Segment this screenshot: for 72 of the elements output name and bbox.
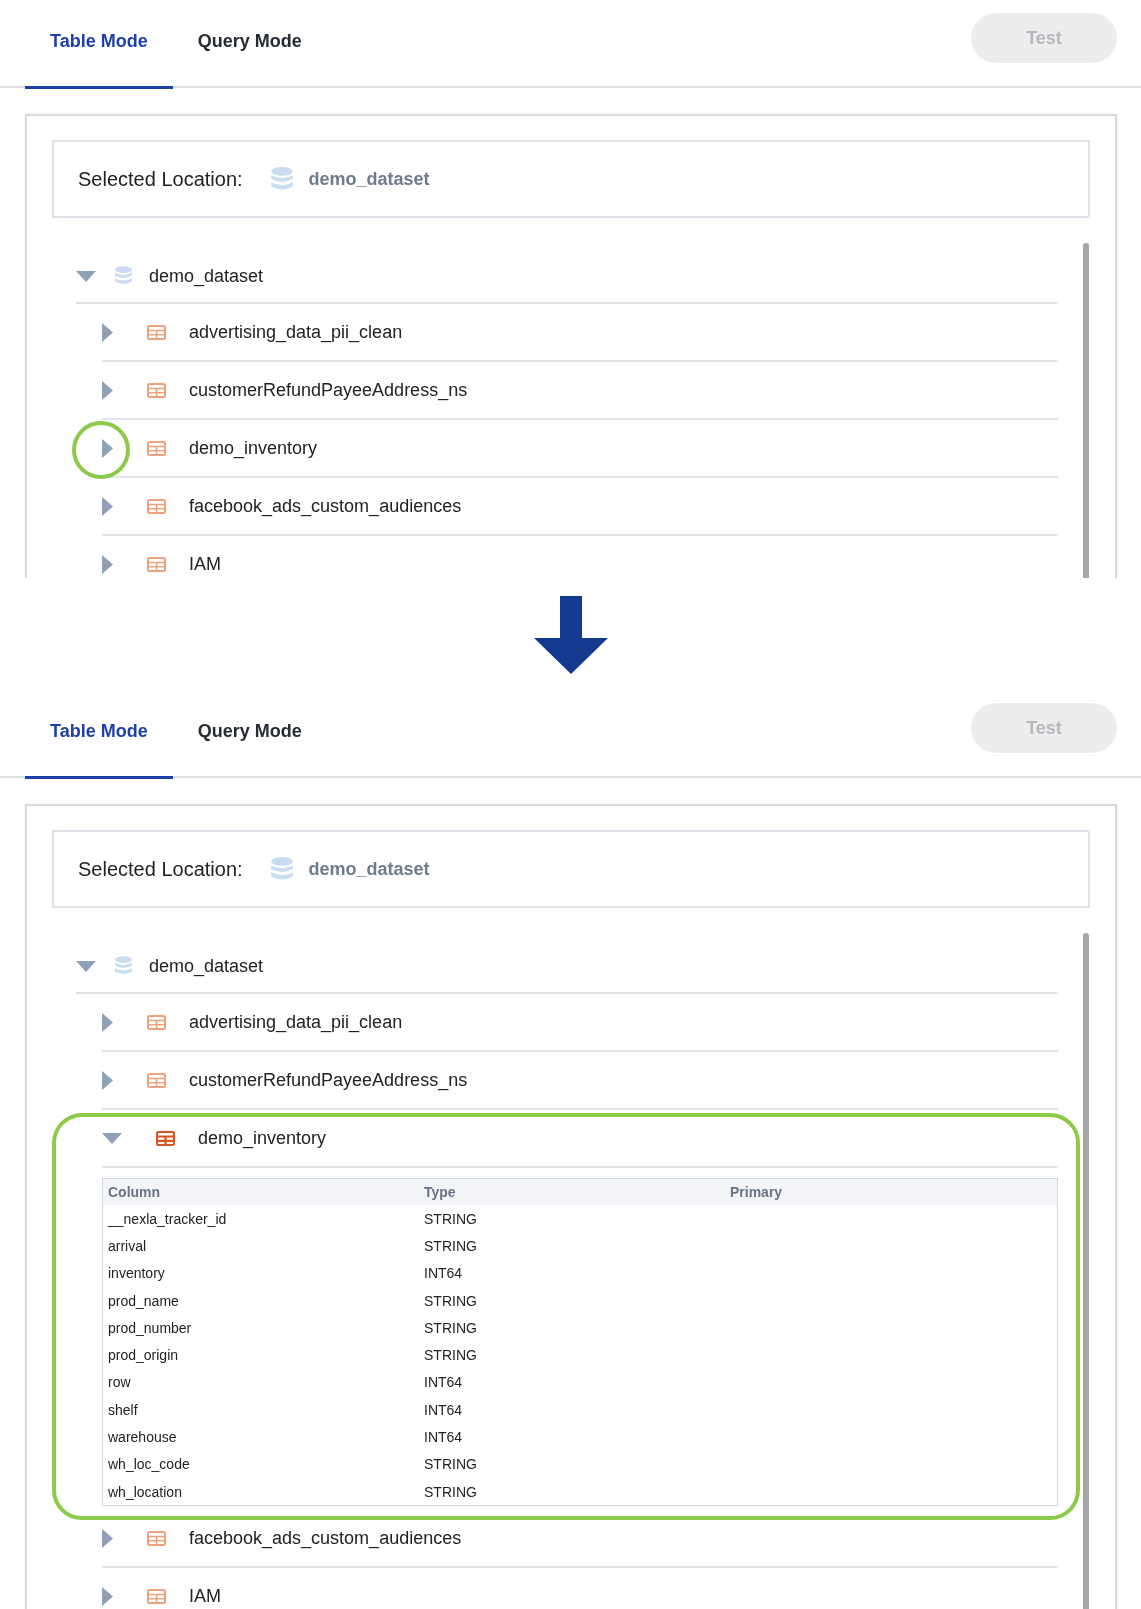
table-name[interactable]: IAM [189,553,221,575]
expand-caret-icon[interactable] [102,1528,113,1548]
expand-caret-icon[interactable] [102,1012,113,1032]
table-icon [147,1588,166,1604]
table-name[interactable]: demo_inventory [189,437,318,459]
table-icon [147,382,166,398]
table-name[interactable]: advertising_data_pii_clean [189,321,403,343]
database-icon [115,266,132,286]
table-cell-text: INT64 [423,1373,464,1393]
selected-location-value: demo_dataset [308,168,430,190]
expand-caret-icon[interactable] [102,1070,113,1090]
table-cell-text: STRING [423,1455,478,1475]
table-cell: shelf [102,1396,419,1424]
table-name[interactable]: facebook_ads_custom_audiences [189,495,462,517]
selected-location-label: Selected Location: [78,167,243,191]
collapse-caret-icon[interactable] [102,1132,122,1144]
dataset-name[interactable]: demo_dataset [149,265,264,287]
table-cell-text: INT64 [423,1400,464,1420]
table-cell: wh_location [102,1477,419,1506]
table-icon [147,324,166,340]
down-arrow-icon [533,596,608,674]
table-cell-text: STRING [423,1318,478,1338]
table-cell-text: INT64 [423,1428,464,1447]
expand-caret-icon[interactable] [102,1586,113,1606]
table-cell: row [102,1368,419,1397]
table-name[interactable]: demo_inventory [198,1127,327,1149]
database-icon [270,166,293,192]
expand-caret-icon[interactable] [102,438,113,458]
table-name[interactable]: customerRefundPayeeAddress_ns [189,1069,468,1091]
table-icon [147,1014,166,1030]
selected-location-value: demo_dataset [308,858,430,880]
mode-tab[interactable]: Query Mode [172,0,327,89]
selected-location-label: Selected Location: [78,857,243,881]
table-cell: prod_origin [102,1341,419,1369]
table-name[interactable]: customerRefundPayeeAddress_ns [189,379,468,401]
table-cell-text: INT64 [423,1264,464,1284]
table-cell-text: STRING [423,1291,478,1311]
table-cell: inventory [102,1259,419,1287]
table-icon [147,1072,166,1088]
table-icon [147,556,166,572]
table-cell: wh_loc_code [102,1450,419,1478]
table-cell: __nexla_tracker_id [102,1205,419,1233]
table-icon [147,498,166,514]
expand-caret-icon[interactable] [102,380,113,400]
table-cell-text: STRING [423,1346,478,1366]
table-cell-text: STRING [423,1236,478,1256]
database-icon [270,856,293,882]
expand-caret-icon[interactable] [102,322,113,342]
column-header: Type [419,1178,725,1205]
table-cell: STRING [419,1477,725,1506]
table-name[interactable]: IAM [189,1585,221,1607]
table-cell: prod_name [102,1286,419,1315]
mode-tab[interactable]: Query Mode [172,690,327,779]
table-cell: STRING [419,1205,725,1233]
expand-caret-icon[interactable] [102,554,113,574]
mode-tab[interactable]: Table Mode [25,690,173,779]
table-icon [147,1530,166,1546]
expand-caret-icon[interactable] [102,496,113,516]
table-name[interactable]: facebook_ads_custom_audiences [189,1527,462,1549]
database-icon [115,956,132,976]
column-header: Column [102,1178,419,1205]
column-header: Primary [725,1178,1058,1205]
table-cell: warehouse [102,1423,419,1451]
table-cell: prod_number [102,1314,419,1342]
table-icon [156,1130,175,1146]
dataset-name[interactable]: demo_dataset [149,955,264,977]
collapse-caret-icon[interactable] [76,270,96,282]
table-icon [147,440,166,456]
mode-tab[interactable]: Table Mode [25,0,173,89]
collapse-caret-icon[interactable] [76,960,96,972]
table-name[interactable]: advertising_data_pii_clean [189,1011,403,1033]
table-cell: arrival [102,1232,419,1260]
